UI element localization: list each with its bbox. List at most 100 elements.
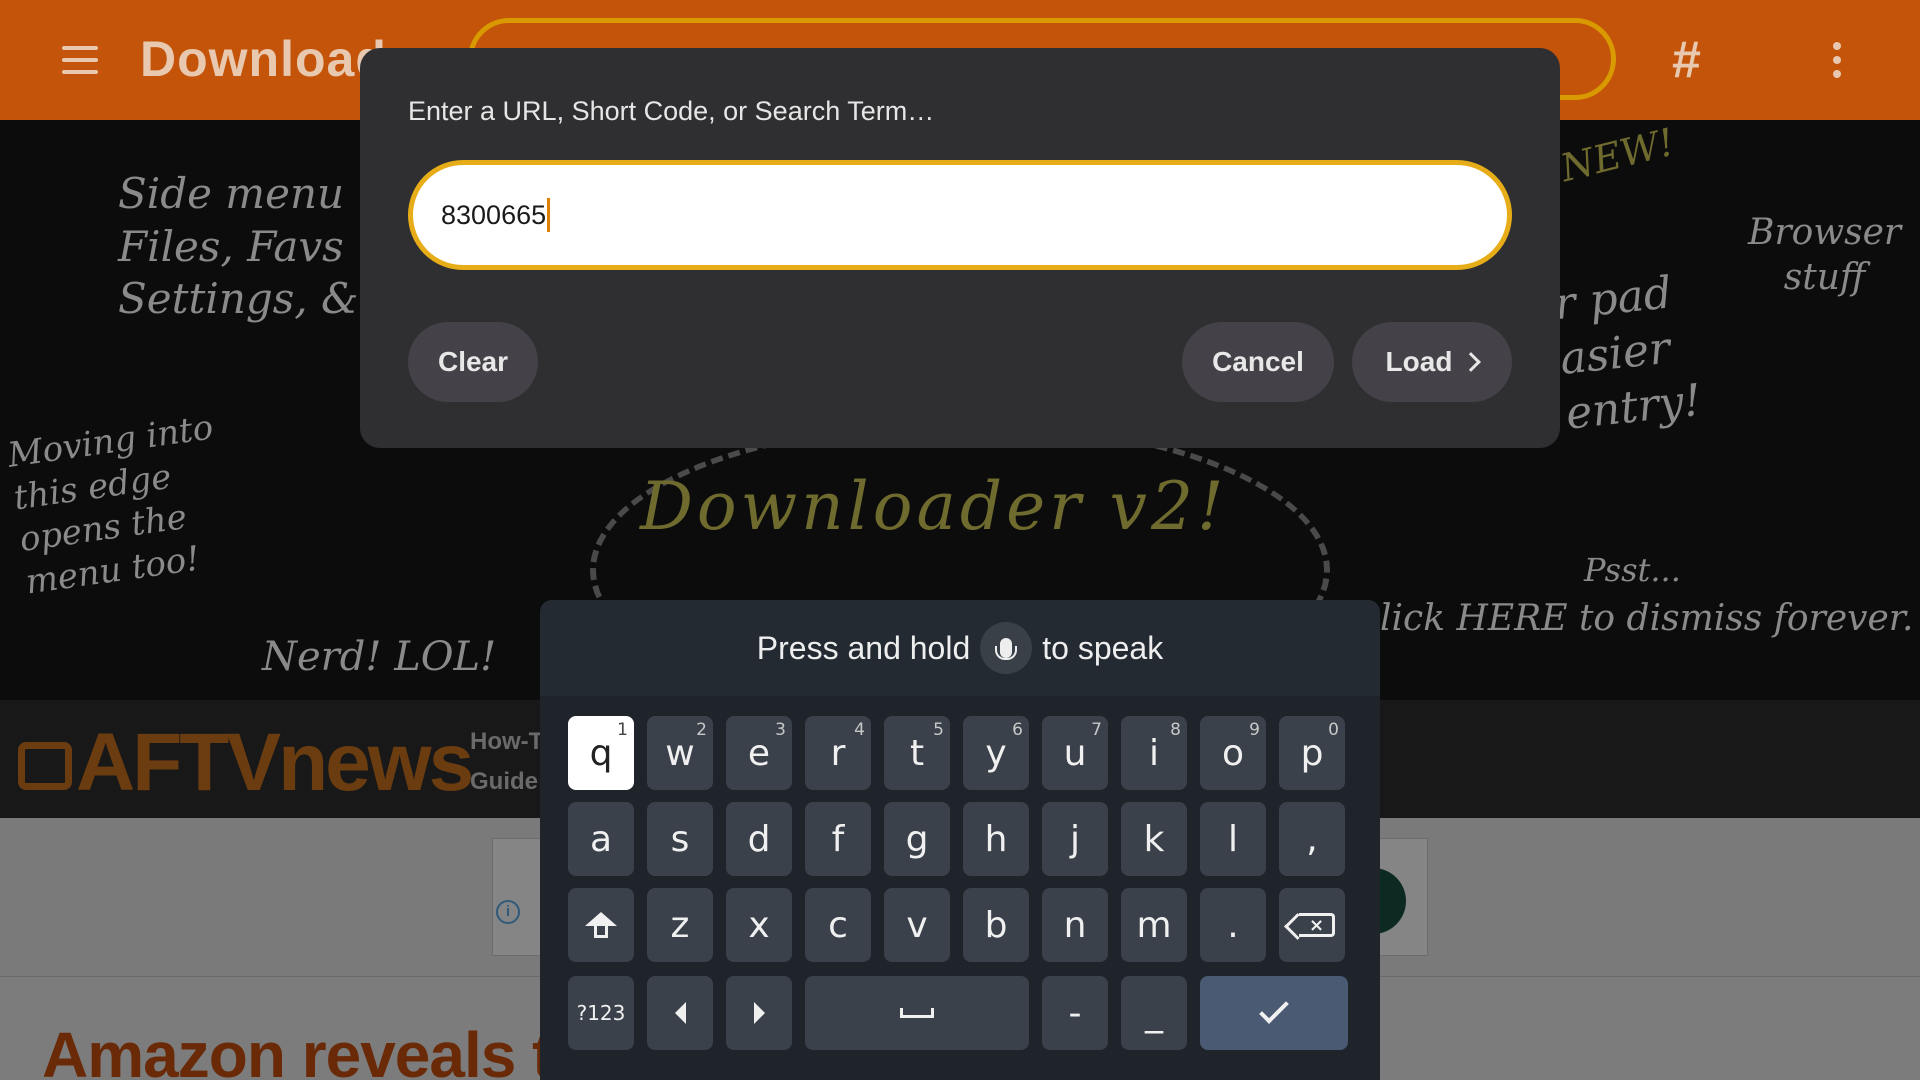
key-label: b [984, 904, 1008, 946]
hamburger-menu-icon[interactable] [56, 42, 104, 78]
key-y[interactable]: y6 [963, 716, 1029, 790]
chalk-edge-note: Moving into this edge opens the menu too… [5, 407, 216, 603]
key-label: v [906, 904, 928, 946]
key-label: g [905, 818, 929, 860]
key-label: h [984, 818, 1008, 860]
more-options-icon[interactable] [1830, 42, 1844, 78]
key-dash[interactable]: - [1042, 976, 1108, 1050]
key-l[interactable]: l [1200, 802, 1266, 876]
voice-suffix-text: to speak [1042, 629, 1164, 666]
key-d[interactable]: d [726, 802, 792, 876]
ad-info-icon[interactable]: i [496, 900, 520, 924]
key-r[interactable]: r4 [805, 716, 871, 790]
key-b[interactable]: b [963, 888, 1029, 962]
key-label: , [1306, 818, 1318, 860]
key-label: z [670, 904, 690, 946]
key-i[interactable]: i8 [1121, 716, 1187, 790]
aftvnews-logo[interactable]: AFTVnews [18, 716, 474, 810]
backspace-icon: × [1299, 913, 1335, 937]
chalk-side-menu-note: Side menu Files, Favs Settings, & [118, 169, 359, 323]
key-x[interactable]: x [726, 888, 792, 962]
aftvnews-nav-howto[interactable]: How-T Guide [470, 722, 543, 802]
url-input-field[interactable]: 8300665 [408, 160, 1512, 270]
key-number-hint: 7 [1091, 720, 1102, 740]
key-u[interactable]: u7 [1042, 716, 1108, 790]
cursor-right-key[interactable] [726, 976, 792, 1050]
key-number-hint: 8 [1170, 720, 1181, 740]
key-label: e [747, 732, 771, 774]
key-c[interactable]: c [805, 888, 871, 962]
key-number-hint: 3 [775, 720, 786, 740]
dismiss-forever-link[interactable]: lick HERE to dismiss forever. [1380, 596, 1913, 641]
key-number-hint: 5 [933, 720, 944, 740]
key-e[interactable]: e3 [726, 716, 792, 790]
key-underscore[interactable]: _ [1121, 976, 1187, 1050]
chalk-nerd-note: Nerd! LOL! [262, 634, 497, 680]
key-label: j [1069, 818, 1080, 860]
key-p[interactable]: p0 [1279, 716, 1345, 790]
key-n[interactable]: n [1042, 888, 1108, 962]
symbols-key[interactable]: ?123 [568, 976, 634, 1050]
key-label: d [747, 818, 771, 860]
key-o[interactable]: o9 [1200, 716, 1266, 790]
key-label: x [748, 904, 770, 946]
key-label: ?123 [576, 1001, 626, 1025]
key-label: t [909, 732, 925, 774]
key-number-hint: 9 [1249, 720, 1260, 740]
shift-key[interactable] [568, 888, 634, 962]
key-label: - [1068, 992, 1082, 1034]
key-label: w [665, 732, 695, 774]
key-label: i [1148, 732, 1159, 774]
microphone-icon[interactable] [980, 622, 1033, 674]
key-t[interactable]: t5 [884, 716, 950, 790]
shift-icon [585, 912, 617, 938]
key-label: k [1143, 818, 1165, 860]
key-number-hint: 0 [1328, 720, 1339, 740]
text-caret [547, 198, 551, 232]
key-period[interactable]: . [1200, 888, 1266, 962]
arrow-right-icon [753, 1002, 765, 1024]
done-key[interactable] [1200, 976, 1348, 1050]
space-key[interactable] [805, 976, 1029, 1050]
screen: Download # Side menu Files, Favs Setting… [0, 0, 1920, 1080]
key-label: s [670, 818, 690, 860]
dialog-title: Enter a URL, Short Code, or Search Term… [408, 96, 935, 126]
url-entry-dialog: Enter a URL, Short Code, or Search Term…… [360, 48, 1560, 448]
key-label: y [985, 732, 1007, 774]
shortcode-hash-icon[interactable]: # [1672, 30, 1701, 90]
key-h[interactable]: h [963, 802, 1029, 876]
key-label: _ [1145, 992, 1163, 1034]
key-label: o [1221, 732, 1245, 774]
tv-icon [18, 742, 72, 790]
key-v[interactable]: v [884, 888, 950, 962]
key-number-hint: 1 [617, 720, 628, 740]
backspace-key[interactable]: × [1279, 888, 1345, 962]
key-label: f [831, 818, 845, 860]
chevron-right-icon [1461, 352, 1482, 372]
key-k[interactable]: k [1121, 802, 1187, 876]
key-m[interactable]: m [1121, 888, 1187, 962]
key-z[interactable]: z [647, 888, 713, 962]
chalk-browser-note: Browser stuff [1748, 212, 1902, 298]
key-j[interactable]: j [1042, 802, 1108, 876]
key-a[interactable]: a [568, 802, 634, 876]
key-label: q [589, 732, 613, 774]
on-screen-keyboard: Press and hold to speak q1w2e3r4t5y6u7i8… [540, 600, 1380, 1080]
load-button[interactable]: Load [1352, 322, 1512, 402]
key-label: m [1136, 904, 1172, 946]
key-w[interactable]: w2 [647, 716, 713, 790]
key-g[interactable]: g [884, 802, 950, 876]
key-comma[interactable]: , [1279, 802, 1345, 876]
key-number-hint: 4 [854, 720, 865, 740]
cursor-left-key[interactable] [647, 976, 713, 1050]
key-s[interactable]: s [647, 802, 713, 876]
voice-input-bar[interactable]: Press and hold to speak [540, 600, 1380, 696]
key-q[interactable]: q1 [568, 716, 634, 790]
space-icon [900, 1008, 934, 1018]
key-f[interactable]: f [805, 802, 871, 876]
clear-button[interactable]: Clear [408, 322, 538, 402]
key-number-hint: 6 [1012, 720, 1023, 740]
cancel-button[interactable]: Cancel [1182, 322, 1334, 402]
key-label: n [1063, 904, 1087, 946]
chalk-psst-note: Psst... [1584, 551, 1681, 589]
